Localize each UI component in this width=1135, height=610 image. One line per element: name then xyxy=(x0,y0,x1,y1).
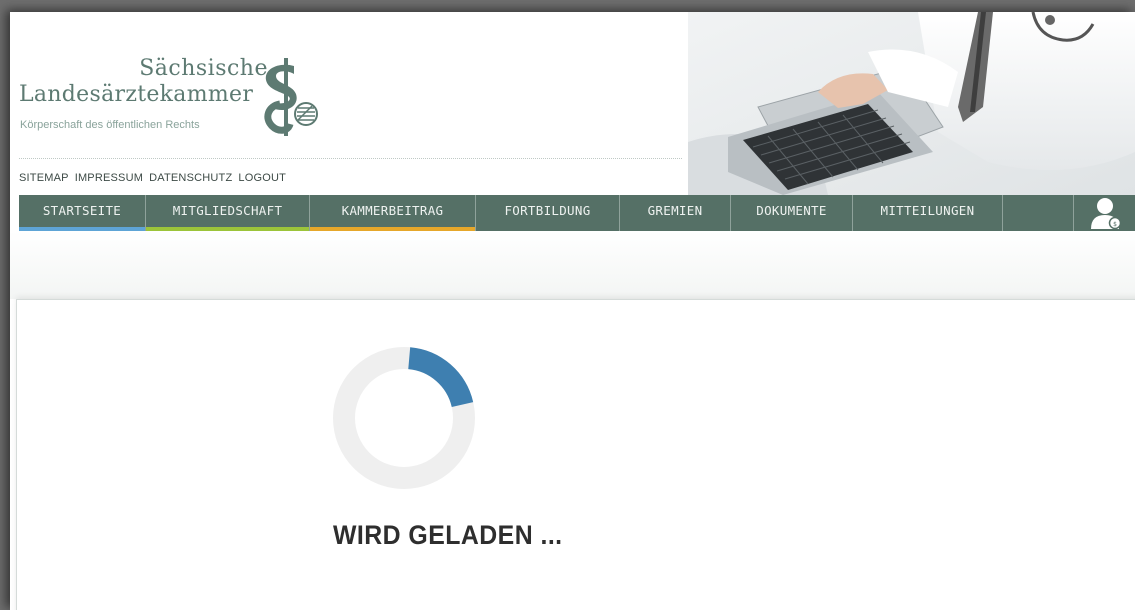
nav-item-gremien[interactable]: GREMIEN xyxy=(620,195,731,231)
site-logo[interactable]: Sächsische Landesärztekammer Körperschaf… xyxy=(10,54,350,144)
nav-item-mitgliedschaft[interactable]: MITGLIEDSCHAFT xyxy=(146,195,310,231)
main-nav: STARTSEITE MITGLIEDSCHAFT KAMMERBEITRAG … xyxy=(19,195,1135,231)
nav-item-fortbildung[interactable]: FORTBILDUNG xyxy=(476,195,620,231)
nav-item-label: DOKUMENTE xyxy=(756,203,827,218)
content-panel: WIRD GELADEN ... xyxy=(16,299,1135,610)
nav-item-label: FORTBILDUNG xyxy=(504,203,591,218)
logout-link[interactable]: LOGOUT xyxy=(238,172,286,184)
user-menu-button[interactable]: $ xyxy=(1073,195,1135,231)
loading-spinner-icon xyxy=(333,347,475,489)
nav-item-label: GREMIEN xyxy=(647,203,703,218)
browser-window: Sächsische Landesärztekammer Körperschaf… xyxy=(10,12,1135,610)
user-profile-icon: $ xyxy=(1091,198,1122,230)
nav-item-label: MITTEILUNGEN xyxy=(880,203,975,218)
nav-item-mitteilungen[interactable]: MITTEILUNGEN xyxy=(853,195,1003,231)
logo-subtitle: Körperschaft des öffentlichen Rechts xyxy=(20,119,200,131)
header-gradient-band xyxy=(10,231,1135,299)
nav-item-label: MITGLIEDSCHAFT xyxy=(172,203,283,218)
nav-item-label: KAMMERBEITRAG xyxy=(341,203,444,218)
hero-image-doctor-laptop xyxy=(688,12,1135,195)
nav-item-label: STARTSEITE xyxy=(42,203,122,218)
logo-emblem-icon xyxy=(264,58,318,136)
datenschutz-link[interactable]: DATENSCHUTZ xyxy=(149,172,232,184)
impressum-link[interactable]: IMPRESSUM xyxy=(75,172,143,184)
header-divider xyxy=(19,158,682,159)
logo-line-2: Landesärztekammer xyxy=(19,82,254,107)
svg-text:$: $ xyxy=(1113,221,1117,228)
utility-nav: SITEMAP IMPRESSUM DATENSCHUTZ LOGOUT xyxy=(19,172,286,184)
loading-message: WIRD GELADEN ... xyxy=(333,520,563,550)
sitemap-link[interactable]: SITEMAP xyxy=(19,172,69,184)
nav-item-startseite[interactable]: STARTSEITE xyxy=(19,195,146,231)
site-header: Sächsische Landesärztekammer Körperschaf… xyxy=(10,12,1135,195)
nav-item-kammerbeitrag[interactable]: KAMMERBEITRAG xyxy=(310,195,476,231)
logo-line-1: Sächsische xyxy=(139,56,268,81)
nav-item-dokumente[interactable]: DOKUMENTE xyxy=(731,195,853,231)
